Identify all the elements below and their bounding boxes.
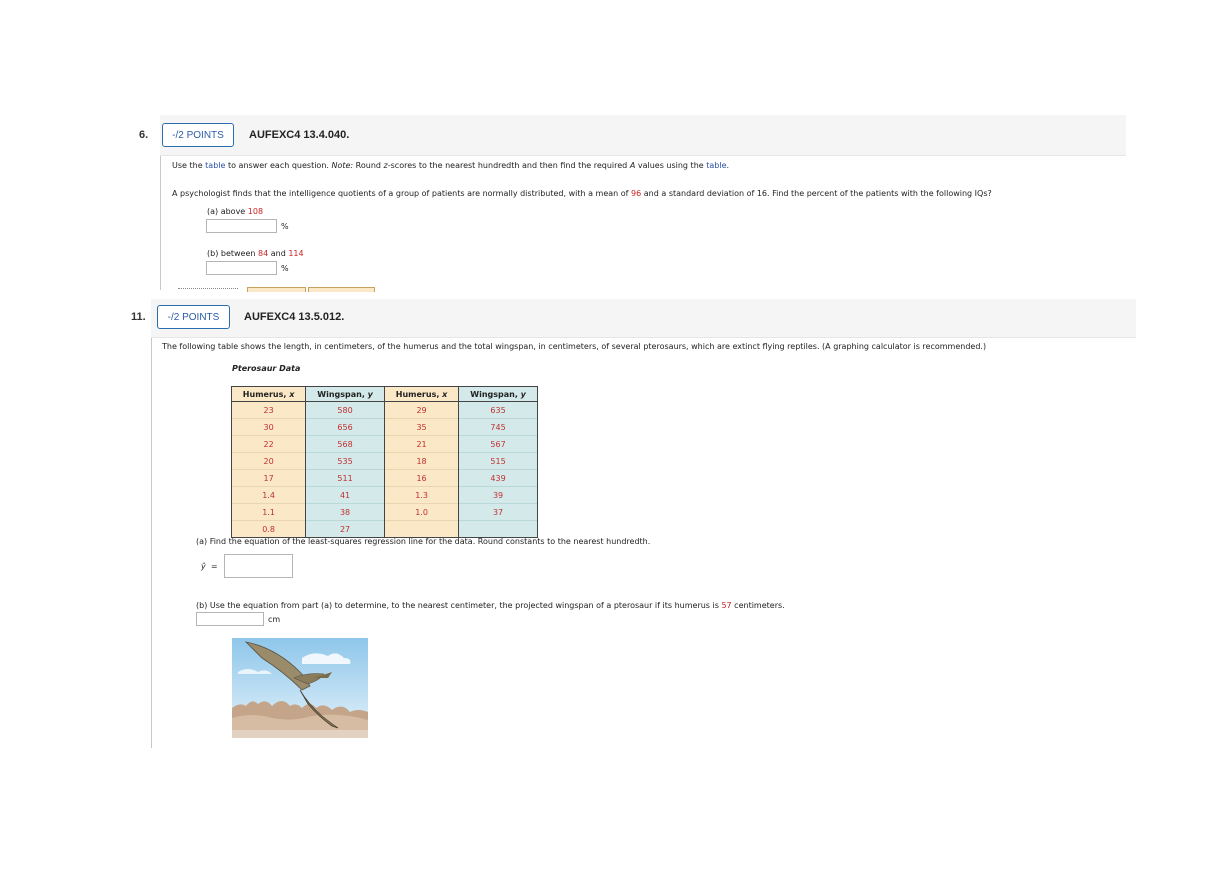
table-cell: 567 xyxy=(458,435,538,453)
table-cell: 635 xyxy=(458,401,538,419)
header-wingspan-2: Wingspan, y xyxy=(458,386,538,402)
q11-number: 11. xyxy=(131,311,146,323)
table-cell: 515 xyxy=(458,452,538,470)
table-row: 22 568 21 567 xyxy=(230,435,538,453)
table-row: 23 580 29 635 xyxy=(230,401,538,419)
q11-yhat-label: ŷ = xyxy=(201,562,218,571)
table-cell: 37 xyxy=(458,503,538,521)
q11-question-id: AUFEXC4 13.5.012. xyxy=(244,311,345,323)
table-cell: 1.3 xyxy=(383,486,460,504)
table-cell: 21 xyxy=(383,435,460,453)
q11-part-b-unit: cm xyxy=(268,615,281,624)
q6-part-b-unit: % xyxy=(281,264,289,273)
table-cell: 17 xyxy=(230,469,307,487)
q11-part-b-input[interactable] xyxy=(196,612,264,626)
q11-part-b: (b) Use the equation from part (a) to de… xyxy=(196,601,785,610)
table-row: 0.8 27 xyxy=(230,520,538,538)
table-row: 17 511 16 439 xyxy=(230,469,538,487)
q6-points-button[interactable]: -/2 POINTS xyxy=(162,123,234,147)
table-cell: 16 xyxy=(383,469,460,487)
table-cell: 0.8 xyxy=(230,520,307,538)
q6-problem: A psychologist finds that the intelligen… xyxy=(172,189,992,198)
table-cell: 511 xyxy=(305,469,385,487)
table-cell: 18 xyxy=(383,452,460,470)
q6-clipped-dots xyxy=(178,288,238,290)
q6-clipped-button-2[interactable] xyxy=(308,287,375,292)
pterosaur-svg xyxy=(232,638,368,738)
table-cell: 568 xyxy=(305,435,385,453)
table-cell: 580 xyxy=(305,401,385,419)
table-cell: 439 xyxy=(458,469,538,487)
table-row: 30 656 35 745 xyxy=(230,418,538,436)
pterosaur-illustration xyxy=(232,638,368,738)
q6-part-a-input[interactable] xyxy=(206,219,277,233)
pterosaur-data-table: Humerus, x Wingspan, y Humerus, x Wingsp… xyxy=(230,386,538,538)
q6-table-link[interactable]: table xyxy=(205,161,225,170)
table-cell: 35 xyxy=(383,418,460,436)
q6-part-a-unit: % xyxy=(281,222,289,231)
table-cell: 22 xyxy=(230,435,307,453)
q6-part-a-label: (a) above 108 xyxy=(207,207,264,216)
table-cell: 27 xyxy=(305,520,385,538)
q6-part-b-label: (b) between 84 and 114 xyxy=(207,249,304,258)
table-cell: 38 xyxy=(305,503,385,521)
q11-part-a-input[interactable] xyxy=(224,554,293,578)
header-humerus-2: Humerus, x xyxy=(383,386,460,402)
q11-part-a: (a) Find the equation of the least-squar… xyxy=(196,537,651,546)
table-header-row: Humerus, x Wingspan, y Humerus, x Wingsp… xyxy=(230,386,538,402)
table-row: 1.1 38 1.0 37 xyxy=(230,503,538,521)
table-cell: 29 xyxy=(383,401,460,419)
q11-points-button[interactable]: -/2 POINTS xyxy=(157,305,230,329)
table-cell: 39 xyxy=(458,486,538,504)
table-cell: 745 xyxy=(458,418,538,436)
table-cell: 1.4 xyxy=(230,486,307,504)
table-row: 20 535 18 515 xyxy=(230,452,538,470)
table-cell: 23 xyxy=(230,401,307,419)
table-cell: 656 xyxy=(305,418,385,436)
q11-intro: The following table shows the length, in… xyxy=(162,342,987,351)
table-row: 1.4 41 1.3 39 xyxy=(230,486,538,504)
q6-part-b-input[interactable] xyxy=(206,261,277,275)
table-cell: 535 xyxy=(305,452,385,470)
header-wingspan-1: Wingspan, y xyxy=(305,386,385,402)
q6-table-link-2[interactable]: table xyxy=(706,161,726,170)
table-cell xyxy=(458,520,538,538)
header-humerus-1: Humerus, x xyxy=(230,386,307,402)
q6-number: 6. xyxy=(139,129,149,141)
table-cell: 1.0 xyxy=(383,503,460,521)
table-cell xyxy=(383,520,460,538)
q6-clipped-button[interactable] xyxy=(247,287,306,292)
table-cell: 41 xyxy=(305,486,385,504)
table-cell: 30 xyxy=(230,418,307,436)
q6-left-rule xyxy=(160,150,161,290)
table-cell: 1.1 xyxy=(230,503,307,521)
q11-table-title: Pterosaur Data xyxy=(232,364,301,373)
q11-left-rule xyxy=(151,330,152,748)
q6-instructions: Use the table to answer each question. N… xyxy=(172,161,730,170)
q6-question-id: AUFEXC4 13.4.040. xyxy=(249,129,350,141)
table-cell: 20 xyxy=(230,452,307,470)
